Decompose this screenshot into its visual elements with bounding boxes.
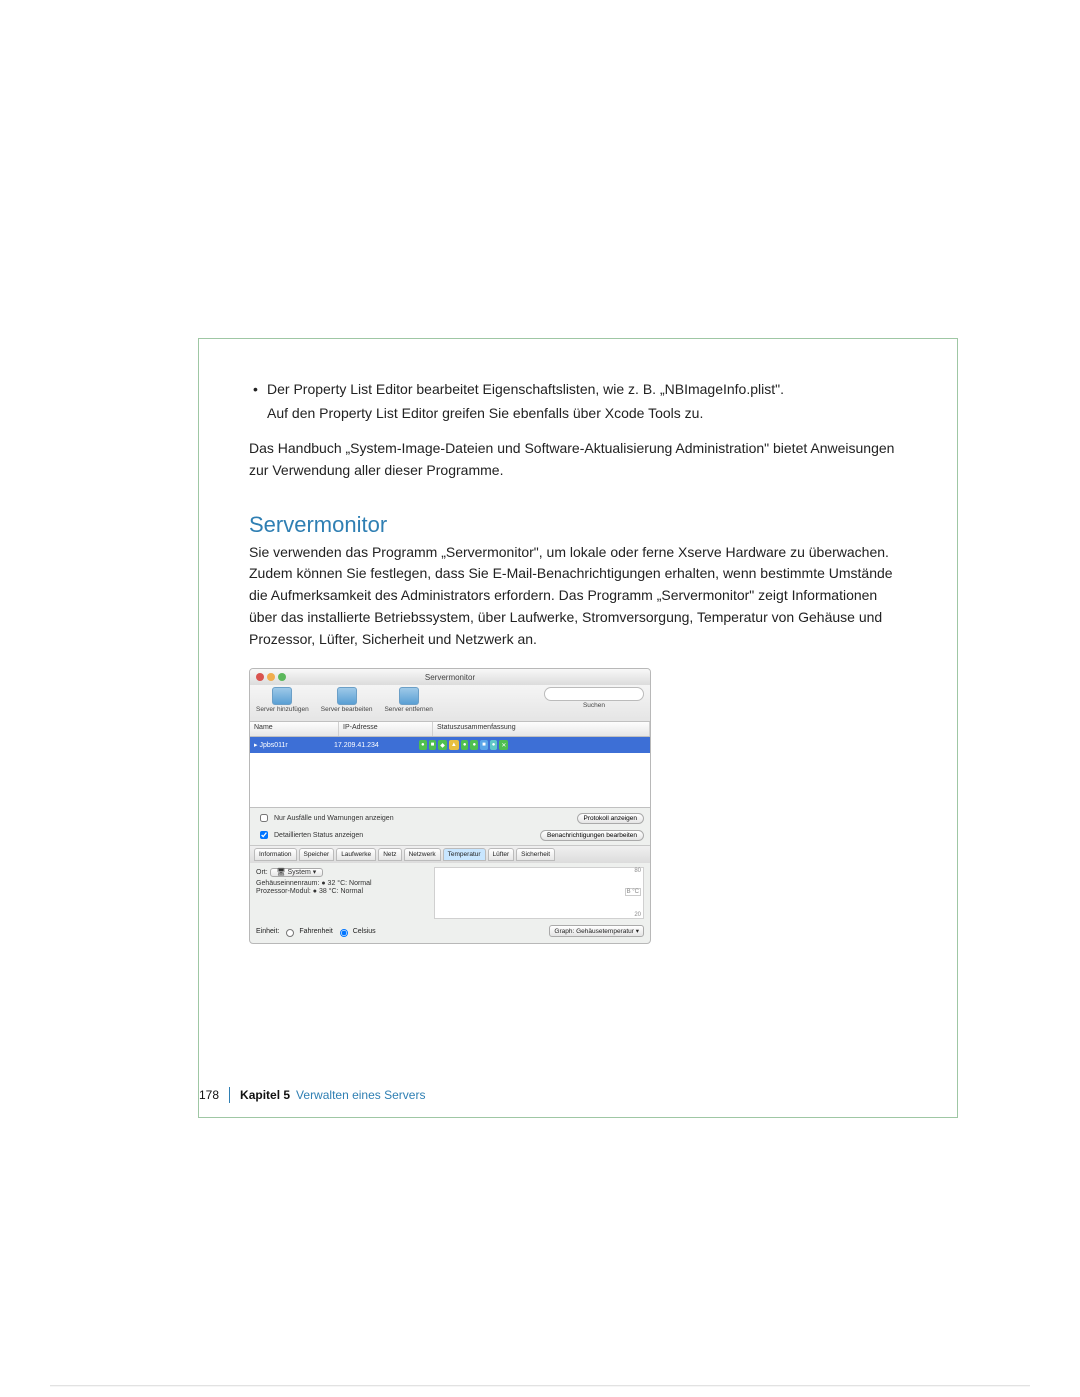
options-row: Nur Ausfälle und Warnungen anzeigen Prot… <box>250 808 650 828</box>
body-paragraph: Das Handbuch „System-Image-Dateien und S… <box>249 438 907 481</box>
row-ip: 17.209.41.234 <box>334 742 419 749</box>
edit-server-button[interactable]: Server bearbeiten <box>321 687 373 713</box>
server-list-header: Name IP-Adresse Statuszusammenfassung <box>250 721 650 737</box>
window-title: Servermonitor <box>250 673 650 682</box>
status-pill-icon: ● <box>461 740 469 750</box>
chapter-label: Kapitel 5 <box>240 1088 290 1102</box>
tab-net[interactable]: Netz <box>378 848 401 861</box>
status-pill-icon: ■ <box>429 740 437 750</box>
status-pill-icon: ■ <box>480 740 488 750</box>
toolbar-label: Suchen <box>583 702 605 709</box>
window-titlebar: Servermonitor <box>250 669 650 685</box>
status-pill-icon: ● <box>490 740 498 750</box>
col-status[interactable]: Statuszusammenfassung <box>433 722 650 736</box>
col-name[interactable]: Name <box>250 722 339 736</box>
checkbox-only-failures[interactable]: Nur Ausfälle und Warnungen anzeigen <box>256 811 394 825</box>
temperature-chart: 80 B °C 20 <box>434 867 644 919</box>
detail-tabs: Information Speicher Laufwerke Netz Netz… <box>250 845 650 863</box>
server-remove-icon <box>399 687 419 705</box>
status-pill-icon: ● <box>470 740 478 750</box>
chart-ylabel: 80 <box>634 868 641 874</box>
tab-memory[interactable]: Speicher <box>299 848 335 861</box>
body-paragraph: Sie verwenden das Programm „Servermonito… <box>249 542 907 650</box>
server-edit-icon <box>337 687 357 705</box>
location-row: Ort: 🖥 System ▾ <box>256 868 426 876</box>
detail-readings: Ort: 🖥 System ▾ Gehäuseinnenraum: ● 32 °… <box>256 867 426 896</box>
servermonitor-window: Servermonitor Server hinzufügen Server b… <box>249 668 651 944</box>
footer-divider <box>229 1087 230 1103</box>
col-ip[interactable]: IP-Adresse <box>339 722 433 736</box>
status-pill-icon: ▲ <box>449 740 459 750</box>
page-footer: 178 Kapitel 5 Verwalten eines Servers <box>199 1087 425 1103</box>
temp-reading: Prozessor-Modul: ● 38 °C: Normal <box>256 888 426 895</box>
section-heading: Servermonitor <box>249 512 907 538</box>
tab-fan[interactable]: Lüfter <box>488 848 515 861</box>
tab-network[interactable]: Netzwerk <box>404 848 441 861</box>
toolbar: Server hinzufügen Server bearbeiten Serv… <box>250 685 650 721</box>
options-row: Detaillierten Status anzeigen Benachrich… <box>250 828 650 845</box>
table-row[interactable]: ▸ Jpbs011r 17.209.41.234 ● ■ ◆ ▲ ● ● ■ ●… <box>250 737 650 753</box>
page-frame: Der Property List Editor bearbeitet Eige… <box>198 338 958 1118</box>
server-list[interactable]: ▸ Jpbs011r 17.209.41.234 ● ■ ◆ ▲ ● ● ■ ●… <box>250 737 650 808</box>
remove-server-button[interactable]: Server entfernen <box>384 687 432 713</box>
row-name: ▸ Jpbs011r <box>250 741 334 749</box>
bullet-item: Der Property List Editor bearbeitet Eige… <box>249 379 907 401</box>
unit-label: Einheit: <box>256 928 279 935</box>
status-pill-icon: ◆ <box>438 740 447 750</box>
chart-ylabel: B °C <box>625 888 641 896</box>
graph-select[interactable]: Graph: Gehäusetemperatur ▾ <box>549 925 644 937</box>
chapter-title: Verwalten eines Servers <box>296 1088 425 1102</box>
toolbar-label: Server entfernen <box>384 706 432 713</box>
toolbar-label: Server bearbeiten <box>321 706 373 713</box>
add-server-button[interactable]: Server hinzufügen <box>256 687 309 713</box>
row-status: ● ■ ◆ ▲ ● ● ■ ● ✕ <box>419 740 650 750</box>
server-add-icon <box>272 687 292 705</box>
unit-row: Einheit: Fahrenheit Celsius Graph: Gehäu… <box>250 923 650 943</box>
temp-reading: Gehäuseinnenraum: ● 32 °C: Normal <box>256 880 426 887</box>
detail-panel: Ort: 🖥 System ▾ Gehäuseinnenraum: ● 32 °… <box>250 863 650 923</box>
radio-fahrenheit[interactable]: Fahrenheit <box>281 926 332 937</box>
tab-information[interactable]: Information <box>254 848 297 861</box>
radio-celsius[interactable]: Celsius <box>335 926 376 937</box>
toolbar-label: Server hinzufügen <box>256 706 309 713</box>
show-log-button[interactable]: Protokoll anzeigen <box>577 813 644 824</box>
status-pill-icon: ● <box>419 740 427 750</box>
search-field[interactable]: Suchen <box>544 687 644 709</box>
location-select[interactable]: 🖥 System ▾ <box>270 868 324 877</box>
tab-drives[interactable]: Laufwerke <box>336 848 376 861</box>
chart-ylabel: 20 <box>634 912 641 918</box>
edit-notifications-button[interactable]: Benachrichtigungen bearbeiten <box>540 830 644 841</box>
page-number: 178 <box>199 1088 229 1102</box>
search-input[interactable] <box>544 687 644 701</box>
checkbox-detailed-status[interactable]: Detaillierten Status anzeigen <box>256 828 363 842</box>
bullet-item-cont: Auf den Property List Editor greifen Sie… <box>249 403 907 425</box>
status-pill-icon: ✕ <box>499 740 508 750</box>
page-shadow <box>50 1385 1030 1387</box>
tab-security[interactable]: Sicherheit <box>516 848 555 861</box>
tab-temperature[interactable]: Temperatur <box>443 848 486 861</box>
